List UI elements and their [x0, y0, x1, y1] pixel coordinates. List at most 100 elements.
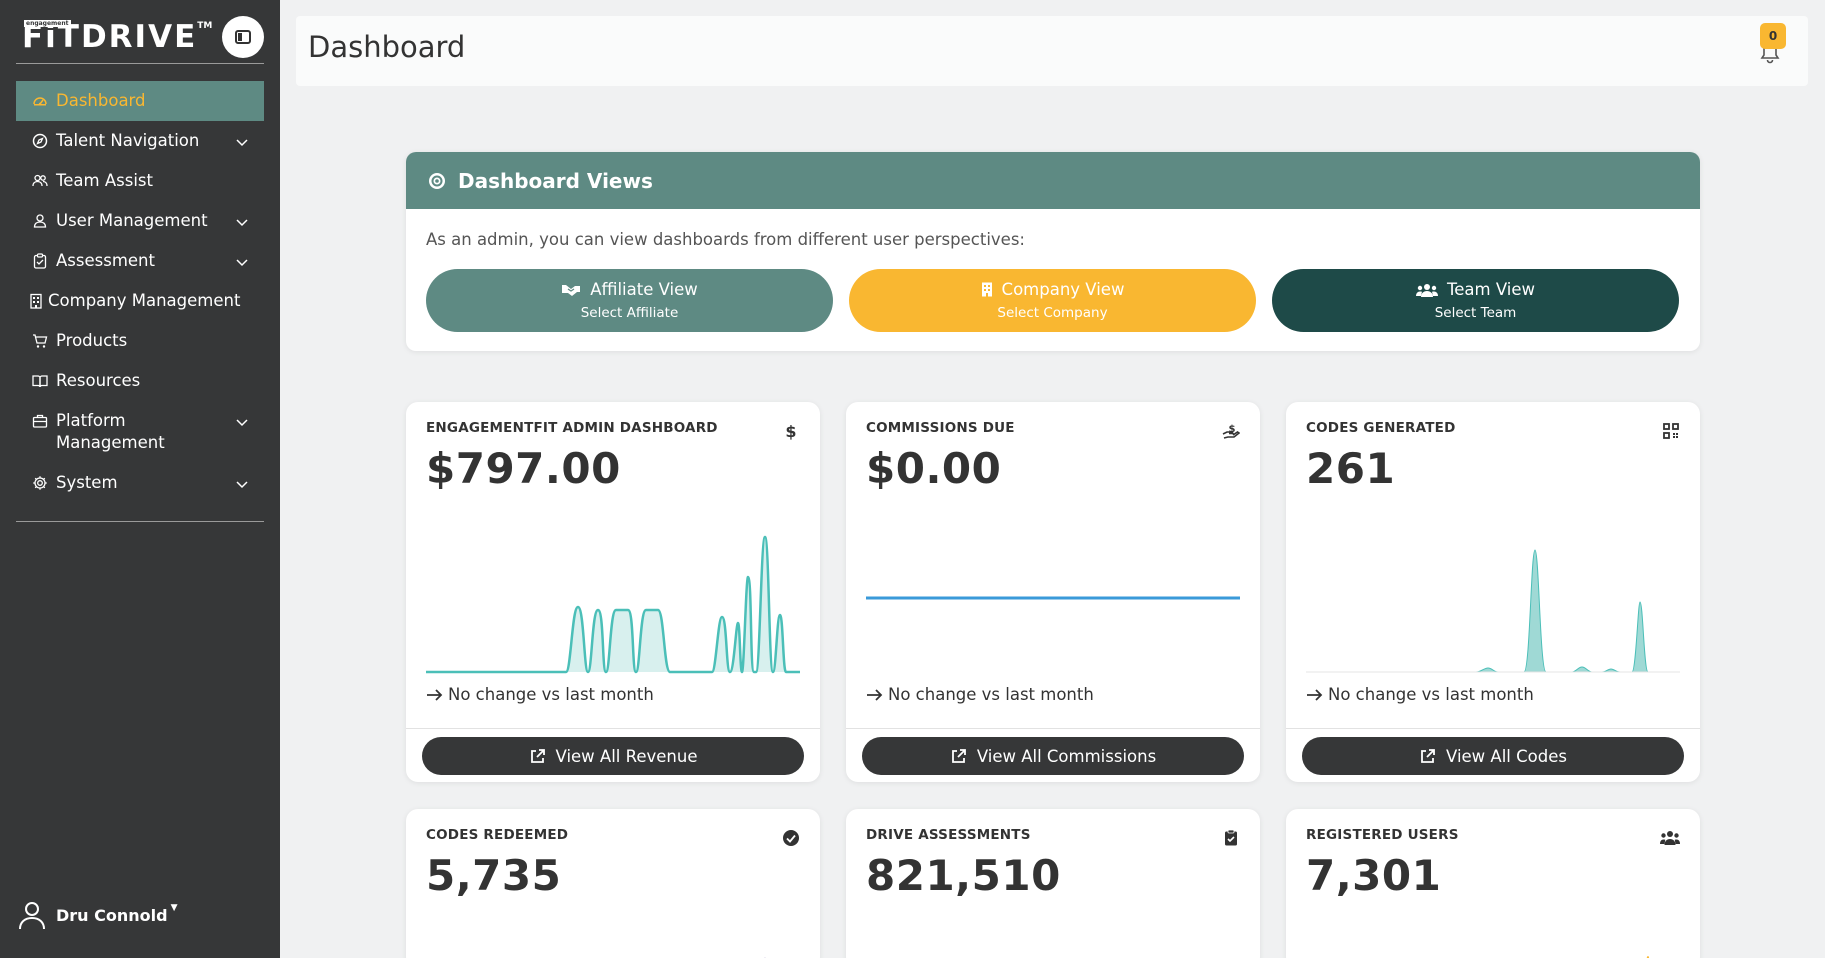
user-name: Dru Connold [56, 905, 168, 925]
logo-small: engagement [24, 20, 71, 27]
codes-redeemed-sparkline [764, 957, 766, 958]
eye-icon [429, 172, 445, 189]
commissions-sparkline [866, 596, 1240, 600]
sidebar-item-team-assist[interactable]: Team Assist [16, 161, 264, 201]
page-title: Dashboard [308, 30, 466, 64]
header: Dashboard 0 [296, 16, 1808, 86]
codes-generated-card: CODES GENERATED 261 No change vs last mo… [1286, 402, 1700, 782]
sidebar-panel-icon [235, 30, 251, 44]
sidebar-toggle-button[interactable] [222, 16, 264, 58]
card-label: DRIVE ASSESSMENTS [866, 827, 1031, 843]
sidebar-item-label: User Management [56, 211, 208, 230]
sidebar-item-label: Dashboard [56, 91, 146, 110]
codes-redeemed-card: CODES REDEEMED 5,735 [406, 809, 820, 958]
sidebar-item-label: Company Management [48, 291, 241, 310]
divider [16, 63, 264, 64]
affiliate-view-label: Affiliate View [590, 280, 698, 299]
external-link-icon [1421, 748, 1435, 763]
view-all-commissions-button[interactable]: View All Commissions [862, 737, 1244, 775]
card-value: 261 [1306, 444, 1396, 493]
company-view-sub: Select Company [997, 305, 1108, 321]
card-label: COMMISSIONS DUE [866, 420, 1015, 436]
card-change-text: No change vs last month [448, 685, 654, 704]
building-icon [981, 282, 992, 297]
card-label: ENGAGEMENTFIT ADMIN DASHBOARD [426, 420, 718, 436]
codes-generated-sparkline [1306, 549, 1680, 673]
external-link-icon [951, 748, 966, 763]
chevron-down-icon [236, 139, 248, 147]
arrow-right-icon [1307, 688, 1323, 701]
card-value: $0.00 [866, 444, 1002, 493]
sidebar-item-system[interactable]: System [16, 463, 264, 503]
card-label: CODES REDEEMED [426, 827, 569, 843]
svg-text:$: $ [785, 422, 796, 440]
sidebar-item-label: Talent Navigation [56, 131, 200, 150]
card-value: 7,301 [1306, 851, 1442, 900]
revenue-sparkline [426, 535, 800, 674]
qrcode-icon [1663, 423, 1679, 439]
external-link-icon [530, 748, 545, 763]
gear-icon [33, 476, 47, 490]
views-title: Dashboard Views [458, 168, 653, 193]
sidebar-item-products[interactable]: Products [16, 321, 264, 361]
views-header: Dashboard Views [406, 152, 1700, 209]
drive-assessments-card: DRIVE ASSESSMENTS 821,510 [846, 809, 1260, 958]
sidebar-item-label: Platform Management [56, 411, 165, 452]
card-button-label: View All Codes [1446, 746, 1567, 766]
card-button-label: View All Revenue [555, 746, 698, 766]
card-change: No change vs last month [1306, 685, 1534, 704]
divider [1286, 728, 1700, 729]
divider [406, 728, 820, 729]
revenue-card: ENGAGEMENTFIT ADMIN DASHBOARD $ $797.00 … [406, 402, 820, 782]
chevron-down-icon [236, 259, 248, 267]
card-value: 821,510 [866, 851, 1061, 900]
sidebar-nav: Dashboard Talent Navigation Team Assist … [16, 81, 264, 503]
divider [846, 728, 1260, 729]
registered-users-card: REGISTERED USERS 7,301 [1286, 809, 1700, 958]
card-label: REGISTERED USERS [1306, 827, 1459, 843]
card-label: CODES GENERATED [1306, 420, 1456, 436]
sidebar-item-company-management[interactable]: Company Management [16, 281, 264, 321]
sidebar-item-label: Products [56, 331, 128, 350]
view-all-codes-button[interactable]: View All Codes [1302, 737, 1684, 775]
sidebar-item-user-management[interactable]: User Management [16, 201, 264, 241]
view-all-revenue-button[interactable]: View All Revenue [422, 737, 804, 775]
chevron-down-icon [236, 419, 248, 427]
sidebar-item-dashboard[interactable]: Dashboard [16, 81, 264, 121]
caret-down-icon: ▼ [170, 903, 178, 913]
gauge-icon [33, 97, 47, 106]
card-value: 5,735 [426, 851, 562, 900]
users-icon [32, 174, 48, 187]
handshake-icon [562, 284, 581, 296]
cart-icon [33, 334, 48, 348]
hand-dollar-icon: $ [1222, 424, 1240, 439]
card-change: No change vs last month [426, 685, 654, 704]
sidebar-item-assessment[interactable]: Assessment [16, 241, 264, 281]
card-change-text: No change vs last month [888, 685, 1094, 704]
sidebar-item-label: Resources [56, 371, 141, 390]
team-view-button[interactable]: Team View Select Team [1272, 269, 1679, 332]
sidebar-item-label: System [56, 473, 118, 492]
chevron-down-icon [236, 481, 248, 489]
card-change: No change vs last month [866, 685, 1094, 704]
briefcase-icon [32, 414, 48, 428]
sidebar: FiTDRIVETM engagement Dashboard Talent N… [0, 0, 280, 958]
team-view-sub: Select Team [1434, 305, 1517, 321]
sidebar-item-platform-management[interactable]: Platform Management [16, 401, 264, 463]
arrow-right-icon [867, 688, 883, 701]
chevron-down-icon [236, 219, 248, 227]
sidebar-item-resources[interactable]: Resources [16, 361, 264, 401]
sidebar-item-talent-navigation[interactable]: Talent Navigation [16, 121, 264, 161]
commissions-card: COMMISSIONS DUE $ $0.00 No change vs las… [846, 402, 1260, 782]
company-view-button[interactable]: Company View Select Company [849, 269, 1256, 332]
dashboard-views-panel: Dashboard Views As an admin, you can vie… [406, 152, 1700, 351]
dollar-icon: $ [785, 422, 796, 440]
sidebar-item-label: Assessment [56, 251, 155, 270]
clipboard-icon [33, 253, 47, 269]
user-icon [33, 214, 47, 228]
compass-icon [32, 133, 48, 149]
drive-assessments-sparkline [866, 934, 1240, 958]
registered-users-sparkline [1646, 956, 1650, 958]
user-menu[interactable]: Dru Connold ▼ [18, 900, 178, 930]
affiliate-view-button[interactable]: Affiliate View Select Affiliate [426, 269, 833, 332]
